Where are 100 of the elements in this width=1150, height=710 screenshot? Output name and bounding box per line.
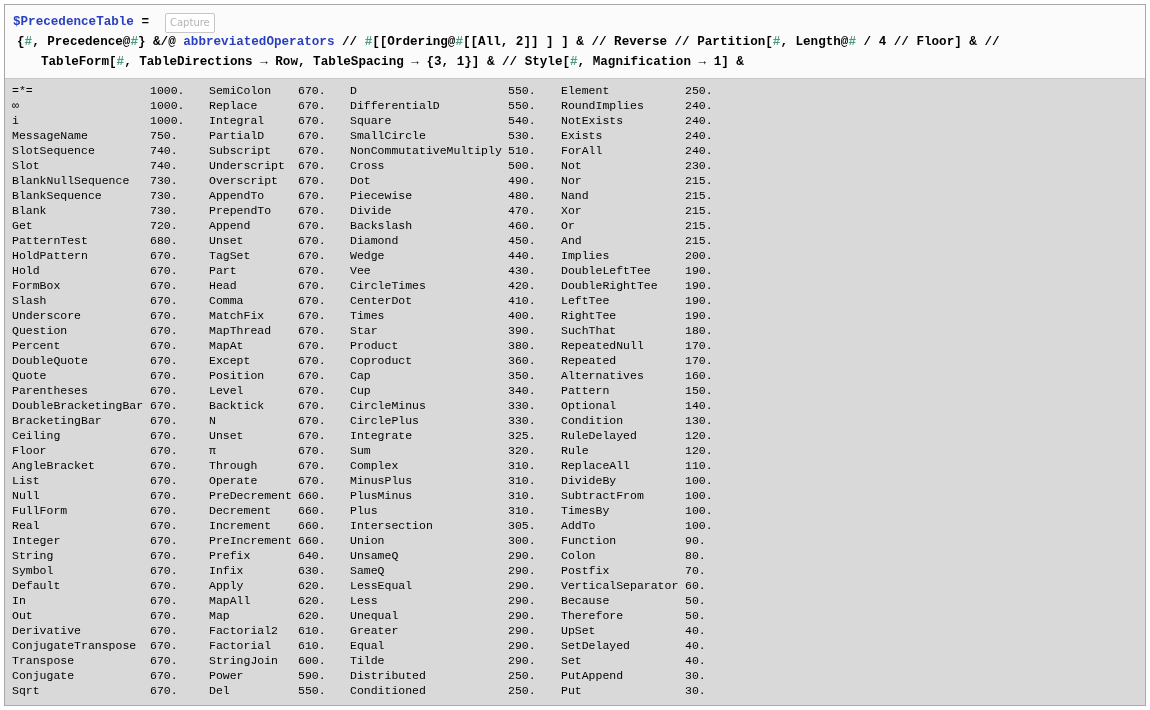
operator-name: Colon: [561, 548, 597, 563]
operator-name: And: [561, 233, 583, 248]
precedence-value: 290.: [508, 638, 537, 653]
precedence-value: 215.: [685, 203, 714, 218]
precedence-value: 670.: [150, 593, 179, 608]
operator-name: Integral: [209, 113, 266, 128]
precedence-value: 215.: [685, 188, 714, 203]
operator-name: SmallCircle: [350, 128, 427, 143]
precedence-value: 550.: [298, 683, 327, 698]
operator-name: List: [12, 473, 41, 488]
precedence-value: 730.: [150, 203, 179, 218]
operator-name: Square: [350, 113, 393, 128]
precedence-value: 510.: [508, 143, 537, 158]
precedence-value: 670.: [150, 638, 179, 653]
precedence-value: 430.: [508, 263, 537, 278]
operator-name: Intersection: [350, 518, 434, 533]
operator-name: Vee: [350, 263, 372, 278]
operator-name: N: [209, 413, 217, 428]
operator-name: Underscore: [12, 308, 82, 323]
precedence-value: 50.: [685, 608, 707, 623]
precedence-value: 310.: [508, 488, 537, 503]
operator-name: Postfix: [561, 563, 611, 578]
precedence-value: 550.: [508, 98, 537, 113]
precedence-value: 740.: [150, 158, 179, 173]
operator-name: Conditioned: [350, 683, 427, 698]
precedence-value: 240.: [685, 113, 714, 128]
precedence-value: 670.: [150, 608, 179, 623]
precedence-value: 140.: [685, 398, 714, 413]
precedence-value: 670.: [298, 368, 327, 383]
operator-name: SlotSequence: [12, 143, 96, 158]
precedence-value: 660.: [298, 488, 327, 503]
precedence-value: 450.: [508, 233, 537, 248]
operator-name: Replace: [209, 98, 259, 113]
precedence-value: 530.: [508, 128, 537, 143]
operator-name: HoldPattern: [12, 248, 89, 263]
operator-name: MapThread: [209, 323, 273, 338]
precedence-value: 305.: [508, 518, 537, 533]
input-cell[interactable]: [5, 5, 1145, 79]
operator-name: MinusPlus: [350, 473, 414, 488]
precedence-value: 670.: [150, 248, 179, 263]
precedence-value: 670.: [298, 398, 327, 413]
precedence-value: 670.: [298, 458, 327, 473]
operator-name: RightTee: [561, 308, 618, 323]
operator-name: Derivative: [12, 623, 82, 638]
precedence-value: 670.: [298, 158, 327, 173]
precedence-value: 420.: [508, 278, 537, 293]
precedence-value: 130.: [685, 413, 714, 428]
operator-name: TagSet: [209, 248, 252, 263]
precedence-value: 250.: [685, 83, 714, 98]
operator-name: FormBox: [12, 278, 62, 293]
operator-name: Unset: [209, 233, 245, 248]
operator-name: Set: [561, 653, 583, 668]
precedence-value: 340.: [508, 383, 537, 398]
precedence-value: 120.: [685, 428, 714, 443]
precedence-value: 750.: [150, 128, 179, 143]
precedence-value: 670.: [298, 188, 327, 203]
operator-name: Floor: [12, 443, 48, 458]
operator-name: StringJoin: [209, 653, 279, 668]
precedence-value: 30.: [685, 683, 707, 698]
precedence-value: 200.: [685, 248, 714, 263]
precedence-value: 230.: [685, 158, 714, 173]
precedence-value: 670.: [150, 443, 179, 458]
precedence-value: 290.: [508, 608, 537, 623]
operator-name: Overscript: [209, 173, 279, 188]
precedence-value: 380.: [508, 338, 537, 353]
operator-name: PreIncrement: [209, 533, 293, 548]
operator-name: Backtick: [209, 398, 266, 413]
operator-name: Hold: [12, 263, 41, 278]
precedence-value: 670.: [298, 353, 327, 368]
precedence-value: 290.: [508, 593, 537, 608]
operator-name: PreDecrement: [209, 488, 293, 503]
operator-name: DoubleBracketingBar: [12, 398, 145, 413]
operator-name: Product: [350, 338, 400, 353]
precedence-value: 350.: [508, 368, 537, 383]
precedence-value: 50.: [685, 593, 707, 608]
precedence-value: 670.: [150, 653, 179, 668]
precedence-value: 670.: [150, 458, 179, 473]
precedence-value: 215.: [685, 233, 714, 248]
operator-name: Append: [209, 218, 252, 233]
operator-name: Cup: [350, 383, 372, 398]
precedence-value: 215.: [685, 173, 714, 188]
operator-name: PatternTest: [12, 233, 89, 248]
precedence-value: 670.: [150, 668, 179, 683]
operator-name: Through: [209, 458, 259, 473]
precedence-value: 670.: [150, 263, 179, 278]
operator-name: Factorial2: [209, 623, 279, 638]
precedence-value: 620.: [298, 578, 327, 593]
precedence-value: 290.: [508, 623, 537, 638]
precedence-value: 550.: [508, 83, 537, 98]
precedence-value: 470.: [508, 203, 537, 218]
operator-name: Not: [561, 158, 583, 173]
precedence-value: 170.: [685, 353, 714, 368]
operator-name: SameQ: [350, 563, 386, 578]
operator-name: Null: [12, 488, 41, 503]
operator-name: VerticalSeparator: [561, 578, 680, 593]
precedence-value: 160.: [685, 368, 714, 383]
precedence-value: 670.: [298, 443, 327, 458]
code-line: $PrecedenceTable =: [13, 14, 150, 31]
operator-name: Put: [561, 683, 583, 698]
operator-name: Decrement: [209, 503, 273, 518]
